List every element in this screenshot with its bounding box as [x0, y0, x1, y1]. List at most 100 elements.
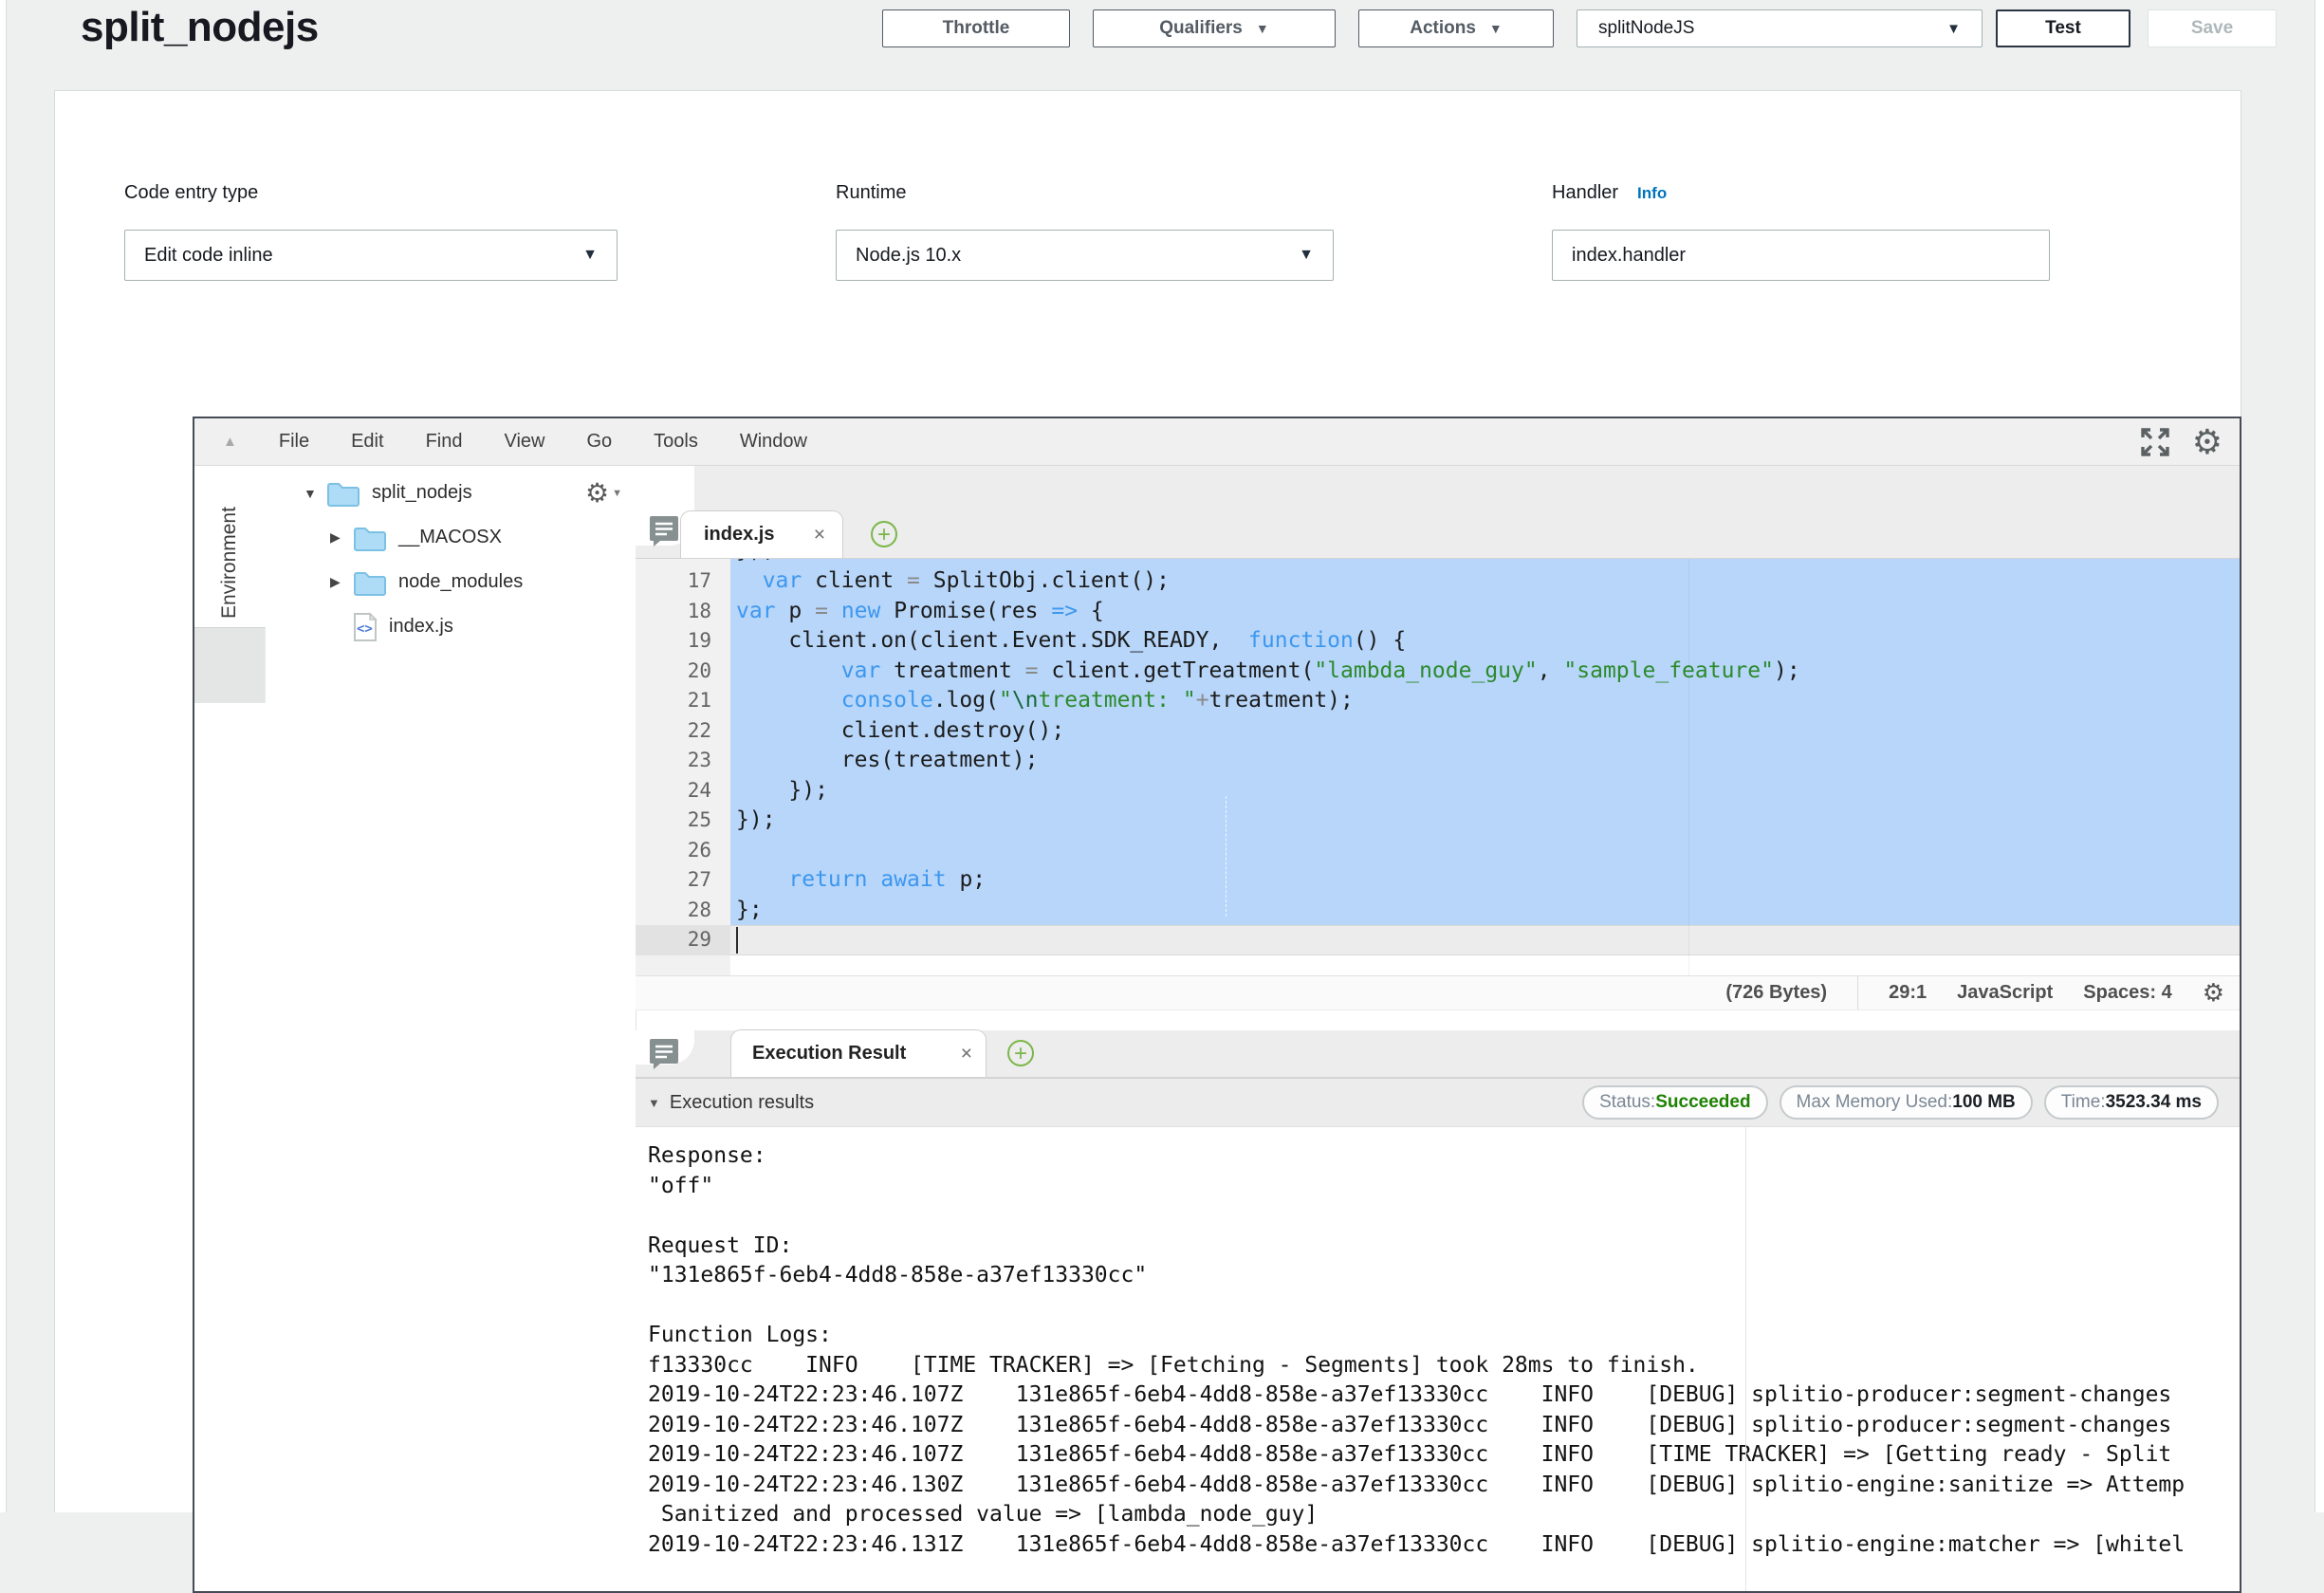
clipped-section-header: Function codeInfo: [153, 91, 1006, 96]
code-line-23[interactable]: res(treatment);: [730, 746, 2240, 776]
execution-results-toggle[interactable]: ▼ Execution results: [648, 1092, 814, 1114]
code-line-21[interactable]: console.log("\ntreatment: "+treatment);: [730, 686, 2240, 716]
tree-expander-icon[interactable]: ▼: [304, 486, 326, 501]
statusbar-gear-icon[interactable]: ⚙: [2203, 978, 2224, 1008]
code-line-26[interactable]: [730, 836, 2240, 866]
log-line: 2019-10-24T22:23:46.107Z 131e865f-6eb4-4…: [648, 1440, 2240, 1471]
tree-item-node_modules[interactable]: ▶node_modules: [266, 560, 636, 604]
save-label: Save: [2191, 18, 2233, 39]
editor-settings-gear-icon[interactable]: ⚙: [2192, 426, 2223, 458]
gutter-line-26: 26: [636, 836, 730, 866]
gutter-line-18: 18: [636, 597, 730, 627]
editor-menubar: ▲ File Edit Find View Go Tools Window ⚙: [194, 418, 2240, 466]
handler-info-link[interactable]: Info: [1637, 184, 1667, 202]
tree-settings-gear-icon[interactable]: ⚙▼: [585, 477, 622, 509]
code-line-20[interactable]: var treatment = client.getTreatment("lam…: [730, 657, 2240, 687]
tree-item-split_nodejs[interactable]: ▼split_nodejs⚙▼: [266, 471, 636, 515]
handler-input[interactable]: [1552, 230, 2050, 281]
code-entry-type-label: Code entry type: [124, 182, 258, 204]
execution-log-pane[interactable]: Response:"off" Request ID:"131e865f-6eb4…: [636, 1127, 2240, 1591]
gutter-line-27: 27: [636, 865, 730, 896]
menu-file[interactable]: File: [279, 431, 309, 453]
page-scrollbar-track[interactable]: [2315, 0, 2324, 1512]
code-line-17[interactable]: var client = SplitObj.client();: [730, 566, 2240, 597]
log-line: Function Logs:: [648, 1321, 2240, 1351]
menu-find[interactable]: Find: [426, 431, 463, 453]
tree-expander-icon[interactable]: ▶: [330, 574, 353, 590]
tree-expander-icon[interactable]: ▶: [330, 529, 353, 546]
code-line-29[interactable]: [730, 925, 2240, 955]
test-event-select[interactable]: splitNodeJS ▼: [1577, 9, 1983, 47]
menu-edit[interactable]: Edit: [351, 431, 383, 453]
editor-statusbar: (726 Bytes) 29:1 JavaScript Spaces: 4 ⚙: [636, 975, 2240, 1010]
triangle-down-icon: ▼: [648, 1096, 660, 1110]
menu-tools[interactable]: Tools: [654, 431, 698, 453]
tree-item-index.js[interactable]: <>index.js: [266, 604, 636, 649]
code-line-22[interactable]: client.destroy();: [730, 716, 2240, 747]
clipped-info-link: Info: [360, 91, 398, 94]
collapse-menubar-icon[interactable]: ▲: [223, 434, 237, 450]
menu-view[interactable]: View: [504, 431, 544, 453]
menu-go[interactable]: Go: [586, 431, 612, 453]
log-line: "131e865f-6eb4-4dd8-858e-a37ef13330cc": [648, 1261, 2240, 1291]
new-tab-icon[interactable]: +: [871, 521, 897, 547]
chevron-down-icon: ▼: [612, 488, 622, 499]
folder-icon: [353, 568, 387, 597]
print-margin: [1745, 1127, 1746, 1591]
code-entry-type-select[interactable]: Edit code inline ▼: [124, 230, 618, 281]
qualifiers-label: Qualifiers: [1159, 18, 1243, 39]
gutter-line-25: 25: [636, 806, 730, 836]
code-line-28[interactable]: };: [730, 896, 2240, 926]
throttle-label: Throttle: [943, 18, 1010, 39]
tab-index-js-label: index.js: [704, 524, 774, 546]
close-icon[interactable]: ×: [948, 1043, 972, 1065]
gutter-line-24: 24: [636, 776, 730, 806]
gutter-line-20: 20: [636, 657, 730, 687]
code-tabstrip: index.js × +: [636, 466, 2240, 559]
folder-icon: [353, 524, 387, 552]
js-file-icon: <>: [353, 612, 378, 642]
log-line: 2019-10-24T22:23:46.107Z 131e865f-6eb4-4…: [648, 1380, 2240, 1411]
tab-execution-result[interactable]: Execution Result ×: [730, 1029, 987, 1077]
status-badge: Time: 3523.34 ms: [2044, 1085, 2219, 1120]
code-line-27[interactable]: return await p;: [730, 865, 2240, 896]
gutter-cell: [636, 559, 730, 566]
log-line: "off": [648, 1172, 2240, 1202]
code-line-18[interactable]: var p = new Promise(res => {: [730, 597, 2240, 627]
tab-index-js[interactable]: index.js ×: [680, 510, 843, 558]
code-line-25[interactable]: });: [730, 806, 2240, 836]
language-mode[interactable]: JavaScript: [1957, 982, 2053, 1004]
menu-window[interactable]: Window: [740, 431, 807, 453]
indentation-setting[interactable]: Spaces: 4: [2083, 982, 2171, 1004]
gutter-line-23: 23: [636, 746, 730, 776]
page-title: split_nodejs: [81, 4, 319, 51]
test-button[interactable]: Test: [1996, 9, 2130, 47]
qualifiers-button[interactable]: Qualifiers ▼: [1093, 9, 1336, 47]
file-size: (726 Bytes): [1725, 982, 1827, 1004]
log-line: Response:: [648, 1141, 2240, 1172]
runtime-select[interactable]: Node.js 10.x ▼: [836, 230, 1334, 281]
indent-guide: [1226, 796, 1227, 917]
save-button[interactable]: Save: [2148, 9, 2277, 47]
cursor-position[interactable]: 29:1: [1889, 982, 1927, 1004]
close-icon[interactable]: ×: [801, 524, 825, 546]
actions-button[interactable]: Actions ▼: [1358, 9, 1554, 47]
code-pane[interactable]: 17181920212223242526272829 }); var clien…: [636, 559, 2240, 975]
log-line: 2019-10-24T22:23:46.130Z 131e865f-6eb4-4…: [648, 1471, 2240, 1501]
tree-item-__MACOSX[interactable]: ▶__MACOSX: [266, 515, 636, 560]
gutter-line-21: 21: [636, 686, 730, 716]
fullscreen-icon[interactable]: [2139, 426, 2171, 458]
tab-list-icon[interactable]: [649, 515, 679, 547]
code-line-partial[interactable]: });: [730, 559, 2240, 566]
code-line-24[interactable]: });: [730, 776, 2240, 806]
code-editor-window: ▲ FileEditFindViewGoToolsWindow ⚙ Enviro…: [193, 417, 2241, 1593]
code-line-19[interactable]: client.on(client.Event.SDK_READY, functi…: [730, 626, 2240, 657]
new-tab-icon[interactable]: +: [1007, 1040, 1034, 1066]
handler-label: HandlerInfo: [1552, 182, 1667, 204]
status-badge: Status: Succeeded: [1582, 1085, 1767, 1120]
throttle-button[interactable]: Throttle: [882, 9, 1070, 47]
results-tabstrip: Execution Result × +: [636, 1030, 2240, 1078]
tab-list-icon[interactable]: [649, 1038, 679, 1070]
gutter-line-29: 29: [636, 925, 730, 955]
vertical-tabstrip: [194, 627, 266, 703]
